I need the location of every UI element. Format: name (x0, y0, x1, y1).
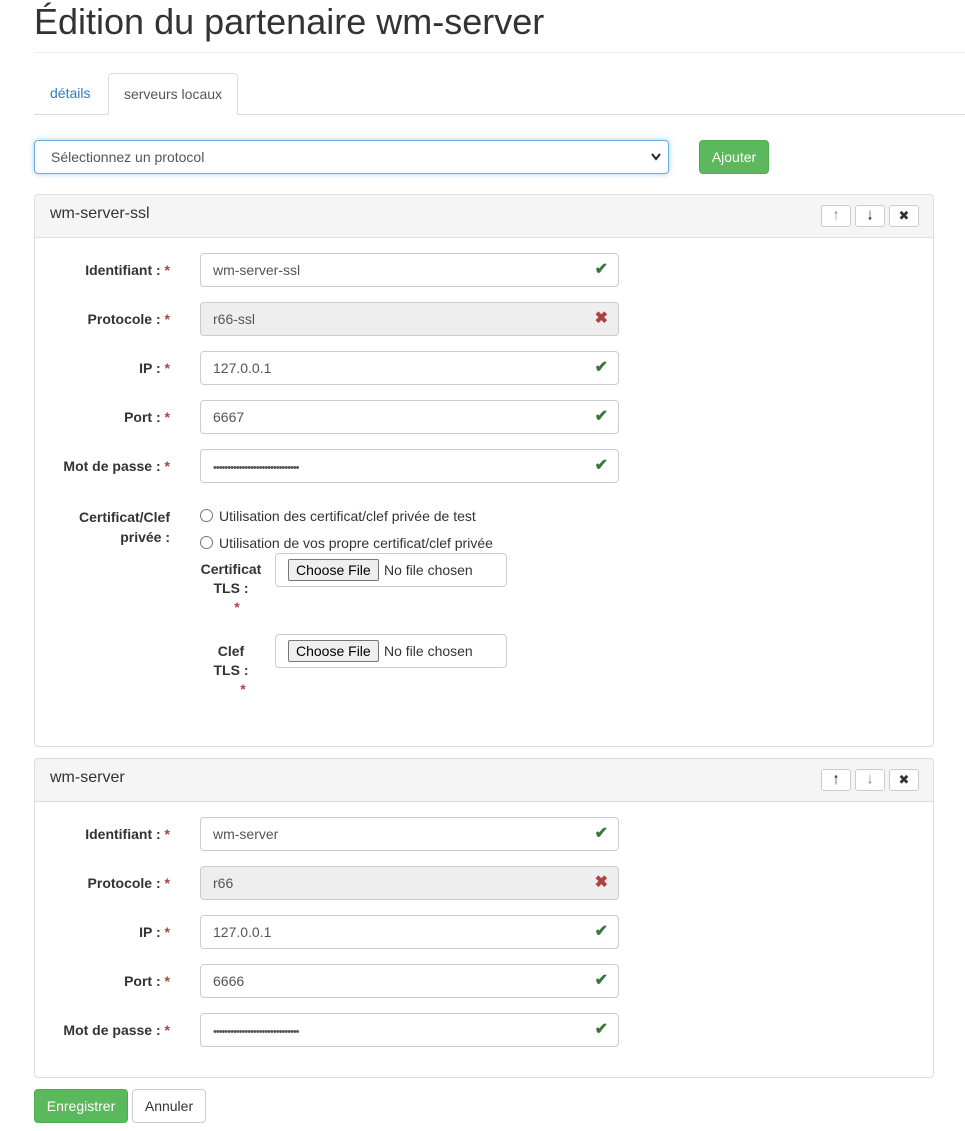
key-tls-label: Clef TLS : * (213, 643, 249, 697)
port-value: 6666 (213, 973, 245, 989)
key-file-input[interactable]: Choose File No file chosen (275, 634, 507, 668)
identifiant-input[interactable]: wm-server-ssl ✔ (200, 253, 619, 287)
password-label: Mot de passe : * (63, 1022, 170, 1038)
check-icon: ✔ (594, 1021, 608, 1038)
password-value: •••••••••••••••••••••••••••••• (213, 462, 300, 474)
choose-file-button[interactable]: Choose File (288, 640, 379, 662)
port-input[interactable]: 6667 ✔ (200, 400, 619, 434)
panel-title: wm-server (50, 769, 125, 786)
radio-test-certificate[interactable]: Utilisation des certificat/clef privée d… (200, 508, 476, 524)
remove-server-button[interactable]: ✖ (889, 769, 919, 791)
server-panel-r66: wm-server 🠑 🠓 ✖ Identifiant : * wm-serve… (34, 758, 934, 1078)
protocole-value: r66 (213, 875, 234, 891)
panel-title: wm-server-ssl (50, 205, 150, 222)
protocol-select-value: Sélectionnez un protocol (51, 149, 205, 165)
certificate-tls-label: Certificat TLS : * (200, 561, 262, 615)
identifiant-label: Identifiant : * (85, 262, 170, 278)
close-icon: ✖ (898, 208, 910, 223)
ip-label: IP : * (139, 924, 170, 940)
check-icon: ✔ (594, 972, 608, 989)
move-up-button[interactable]: 🠑 (821, 205, 851, 227)
add-protocol-button[interactable]: Ajouter (699, 140, 769, 174)
file-status: No file chosen (384, 643, 473, 659)
protocole-value: r66-ssl (213, 311, 256, 327)
ip-value: 127.0.0.1 (213, 360, 272, 376)
radio-button[interactable] (200, 509, 213, 522)
page-title: Édition du partenaire wm-server (34, 1, 545, 42)
identifiant-input[interactable]: wm-server ✔ (200, 817, 619, 851)
arrow-down-icon: 🠓 (867, 208, 873, 223)
tab-local-servers[interactable]: serveurs locaux (108, 73, 238, 115)
panel-heading: wm-server 🠑 🠓 ✖ (35, 759, 933, 802)
ip-input[interactable]: 127.0.0.1 ✔ (200, 351, 619, 385)
move-up-button[interactable]: 🠑 (821, 769, 851, 791)
password-input[interactable]: •••••••••••••••••••••••••••••• ✔ (200, 1013, 619, 1047)
identifiant-value: wm-server (213, 826, 279, 842)
check-icon: ✔ (594, 261, 608, 278)
cancel-button[interactable]: Annuler (132, 1089, 206, 1123)
protocole-input: r66 ✖ (200, 866, 619, 900)
arrow-up-icon: 🠑 (833, 208, 839, 223)
check-icon: ✔ (594, 825, 608, 842)
ip-label: IP : * (139, 360, 170, 376)
file-status: No file chosen (384, 562, 473, 578)
radio-own-certificate[interactable]: Utilisation de vos propre certificat/cle… (200, 535, 493, 551)
identifiant-label: Identifiant : * (85, 826, 170, 842)
port-input[interactable]: 6666 ✔ (200, 964, 619, 998)
move-down-button[interactable]: 🠓 (855, 769, 885, 791)
protocole-input: r66-ssl ✖ (200, 302, 619, 336)
port-label: Port : * (124, 409, 170, 425)
arrow-down-icon: 🠓 (867, 772, 873, 787)
protocole-label: Protocole : * (87, 875, 170, 891)
certificate-key-label: Certificat/Clef privée : (78, 509, 170, 545)
remove-server-button[interactable]: ✖ (889, 205, 919, 227)
ip-value: 127.0.0.1 (213, 924, 272, 940)
server-panel-ssl: wm-server-ssl 🠑 🠓 ✖ Identifiant : * wm-s… (34, 194, 934, 747)
save-button[interactable]: Enregistrer (34, 1089, 128, 1123)
protocol-select[interactable]: Sélectionnez un protocol (34, 140, 669, 174)
close-icon: ✖ (898, 772, 910, 787)
identifiant-value: wm-server-ssl (213, 262, 301, 278)
tab-details[interactable]: détails (35, 73, 105, 114)
title-divider (34, 52, 965, 53)
port-value: 6667 (213, 409, 245, 425)
times-icon: ✖ (594, 874, 608, 891)
arrow-up-icon: 🠑 (833, 772, 839, 787)
password-input[interactable]: •••••••••••••••••••••••••••••• ✔ (200, 449, 619, 483)
check-icon: ✔ (594, 408, 608, 425)
check-icon: ✔ (594, 359, 608, 376)
password-label: Mot de passe : * (63, 458, 170, 474)
ip-input[interactable]: 127.0.0.1 ✔ (200, 915, 619, 949)
radio-button[interactable] (200, 536, 213, 549)
times-icon: ✖ (594, 310, 608, 327)
port-label: Port : * (124, 973, 170, 989)
chevron-down-icon (650, 141, 662, 185)
choose-file-button[interactable]: Choose File (288, 559, 379, 581)
check-icon: ✔ (594, 923, 608, 940)
panel-heading: wm-server-ssl 🠑 🠓 ✖ (35, 195, 933, 238)
move-down-button[interactable]: 🠓 (855, 205, 885, 227)
password-value: •••••••••••••••••••••••••••••• (213, 1026, 300, 1038)
certificate-file-input[interactable]: Choose File No file chosen (275, 553, 507, 587)
check-icon: ✔ (594, 457, 608, 474)
protocole-label: Protocole : * (87, 311, 170, 327)
